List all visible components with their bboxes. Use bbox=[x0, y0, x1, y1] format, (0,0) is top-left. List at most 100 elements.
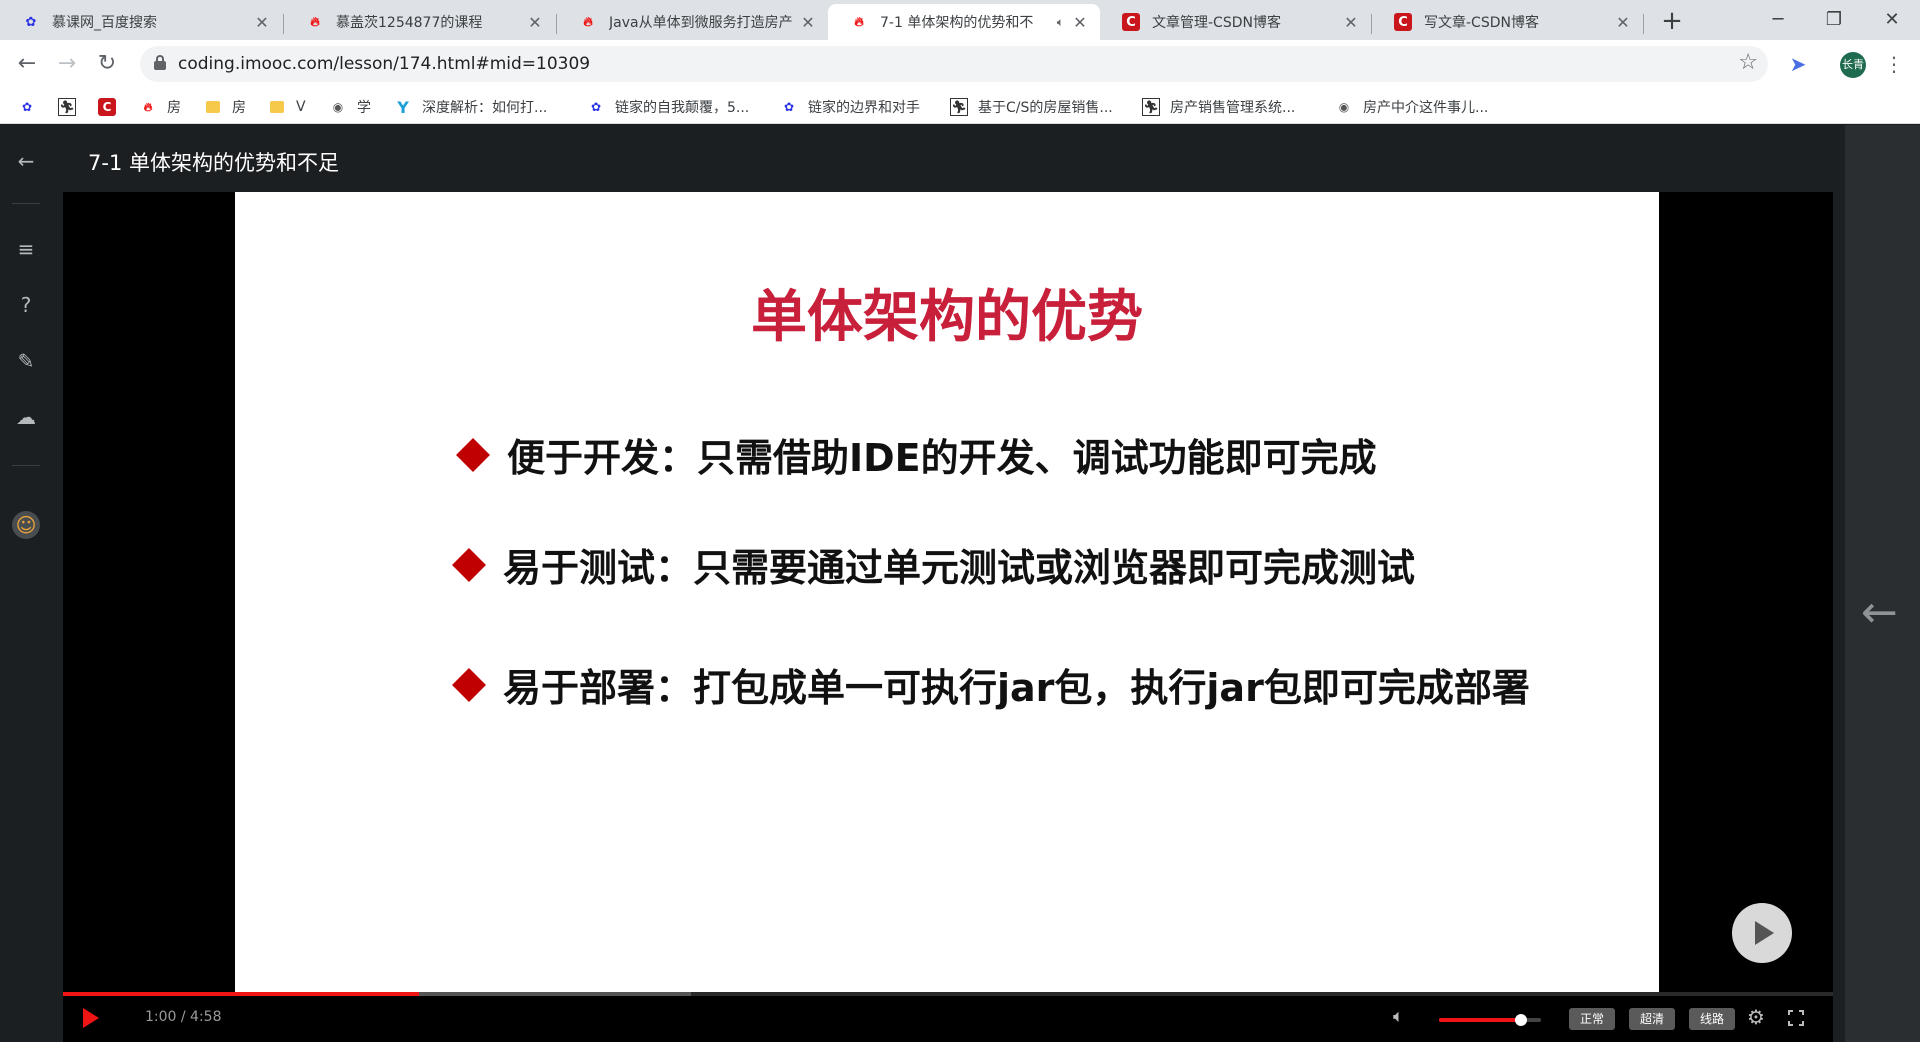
player-controls: 1:00 / 4:58 🔈︎ 正常 超清 线路 ⚙ bbox=[63, 996, 1833, 1042]
back-arrow-icon[interactable]: ← bbox=[12, 49, 42, 79]
bookmark-label: 房 bbox=[232, 100, 246, 116]
gear-icon[interactable]: ⚙ bbox=[1747, 1005, 1765, 1029]
video-player[interactable]: 单体架构的优势 便于开发：只需借助IDE的开发、调试功能即可完成 易于测试：只需… bbox=[63, 192, 1833, 1042]
back-arrow-icon[interactable]: ← bbox=[12, 147, 40, 175]
tab-strip: ✿ 慕课网_百度搜索 ✕ 🔥︎ 慕盖茨1254877的课程 ✕ 🔥︎ Java从… bbox=[0, 0, 1920, 40]
tab-4[interactable]: C 文章管理-CSDN博客 ✕ bbox=[1100, 4, 1371, 40]
pencil-notes-icon[interactable]: ✎ bbox=[12, 347, 40, 375]
right-panel-toggle[interactable]: ← bbox=[1845, 125, 1920, 1042]
bookmark-item[interactable]: ✿ 链家的边界和对手 bbox=[780, 96, 920, 118]
close-icon[interactable]: ✕ bbox=[252, 13, 272, 32]
divider bbox=[12, 203, 40, 204]
tab-2[interactable]: 🔥︎ Java从单体到微服务打造房产 ✕ bbox=[557, 4, 828, 40]
bookmark-item[interactable]: 🏃︎ 房产销售管理系统... bbox=[1142, 96, 1295, 118]
bookmark-item[interactable]: 房 bbox=[204, 96, 246, 118]
fullscreen-icon[interactable] bbox=[1788, 1010, 1804, 1026]
more-menu-icon[interactable]: ⋮ bbox=[1884, 50, 1904, 78]
bookmark-item[interactable]: ✿ 链家的自我颠覆，5... bbox=[587, 96, 749, 118]
imooc-flame-icon: 🔥︎ bbox=[854, 14, 864, 30]
bookmark-label: 链家的自我颠覆，5... bbox=[615, 100, 750, 116]
minimize-icon[interactable]: ─ bbox=[1750, 0, 1806, 40]
lesson-title: 7-1 单体架构的优势和不足 bbox=[88, 151, 339, 175]
bookmark-star-icon[interactable]: ☆ bbox=[1738, 50, 1758, 75]
address-bar[interactable]: coding.imooc.com/lesson/174.html#mid=103… bbox=[140, 46, 1768, 82]
folder-icon bbox=[268, 98, 286, 116]
quality-hd-button[interactable]: 超清 bbox=[1629, 1008, 1675, 1030]
tab-5[interactable]: C 写文章-CSDN博客 ✕ bbox=[1372, 4, 1643, 40]
close-icon[interactable]: ✕ bbox=[1070, 13, 1090, 32]
bookmark-item[interactable]: V bbox=[268, 96, 306, 118]
quality-normal-button[interactable]: 正常 bbox=[1569, 1008, 1615, 1030]
bullet-text: 易于部署：打包成单一可执行jar包，执行jar包即可完成部署 bbox=[503, 666, 1530, 710]
slide-bullet: 易于测试：只需要通过单元测试或浏览器即可完成测试 bbox=[452, 537, 1416, 592]
bookmark-label: 链家的边界和对手 bbox=[808, 100, 920, 116]
bullet-text: 易于测试：只需要通过单元测试或浏览器即可完成测试 bbox=[503, 546, 1416, 590]
tab-separator bbox=[1643, 14, 1644, 34]
bookmark-item[interactable]: 🏃︎ bbox=[58, 96, 86, 118]
profile-avatar[interactable]: 长青 bbox=[1840, 52, 1866, 78]
big-play-button[interactable] bbox=[1732, 903, 1792, 963]
divider bbox=[12, 465, 40, 466]
bookmark-item[interactable]: ◉ 房产中介这件事儿... bbox=[1335, 96, 1489, 118]
play-icon[interactable] bbox=[83, 1008, 99, 1028]
tab-3-active[interactable]: 🔥︎ 7-1 单体架构的优势和不 🔈︎ ✕ bbox=[828, 4, 1100, 40]
slide-bullet: 便于开发：只需借助IDE的开发、调试功能即可完成 bbox=[456, 427, 1377, 482]
slide-bullet: 易于部署：打包成单一可执行jar包，执行jar包即可完成部署 bbox=[452, 657, 1530, 712]
volume-level bbox=[1439, 1018, 1521, 1022]
runner-icon: 🏃︎ bbox=[58, 98, 76, 116]
time-display: 1:00 / 4:58 bbox=[145, 1009, 222, 1025]
folder-icon bbox=[204, 98, 222, 116]
diamond-bullet-icon bbox=[452, 667, 486, 702]
bookmarks-bar: ✿ 🏃︎ C 🔥︎ 房 房 V ◉ 学 Y 深度解析：如何打... ✿ 链家的自… bbox=[0, 88, 1920, 124]
bookmark-item[interactable]: C bbox=[98, 96, 126, 118]
close-icon[interactable]: ✕ bbox=[525, 13, 545, 32]
speaker-icon[interactable]: 🔈︎ bbox=[1057, 15, 1064, 30]
slide-title: 单体架构的优势 bbox=[751, 285, 1143, 350]
bookmark-label: 深度解析：如何打... bbox=[422, 100, 548, 116]
volume-knob[interactable] bbox=[1514, 1014, 1527, 1026]
volume-slider[interactable] bbox=[1439, 1014, 1541, 1026]
reload-icon[interactable]: ↻ bbox=[92, 49, 122, 79]
bookmark-item[interactable]: ◉ 学 bbox=[329, 96, 371, 118]
volume-icon[interactable]: 🔈︎ bbox=[1393, 1006, 1404, 1027]
bookmark-item[interactable]: Y 深度解析：如何打... bbox=[394, 96, 547, 118]
close-icon[interactable]: ✕ bbox=[798, 13, 818, 32]
chapter-list-icon[interactable]: ≡ bbox=[12, 235, 40, 263]
tab-title: 慕课网_百度搜索 bbox=[52, 15, 157, 31]
user-avatar-icon[interactable]: ☺ bbox=[12, 511, 40, 539]
extension-bird-icon[interactable]: ➤ bbox=[1786, 52, 1810, 76]
route-button[interactable]: 线路 bbox=[1689, 1008, 1735, 1030]
bookmark-label: 房 bbox=[167, 100, 181, 116]
tab-0[interactable]: ✿ 慕课网_百度搜索 ✕ bbox=[0, 4, 282, 40]
imooc-flame-icon: 🔥︎ bbox=[583, 14, 593, 30]
cloud-icon[interactable]: ☁ bbox=[12, 403, 40, 431]
bookmark-label: 学 bbox=[357, 100, 371, 116]
new-tab-plus-icon[interactable]: + bbox=[1656, 6, 1688, 38]
runner-icon: 🏃︎ bbox=[1142, 98, 1160, 116]
tab-title: 慕盖茨1254877的课程 bbox=[336, 15, 483, 31]
close-icon[interactable]: ✕ bbox=[1613, 13, 1633, 32]
csdn-c-icon: C bbox=[1394, 13, 1412, 31]
video-frame-slide: 单体架构的优势 便于开发：只需借助IDE的开发、调试功能即可完成 易于测试：只需… bbox=[235, 192, 1659, 992]
baidu-paw-icon: ✿ bbox=[21, 100, 33, 114]
left-sidebar: ← ≡ ? ✎ ☁ ☺ bbox=[0, 125, 52, 1042]
tab-1[interactable]: 🔥︎ 慕盖茨1254877的课程 ✕ bbox=[284, 4, 555, 40]
baidu-paw-icon: ✿ bbox=[783, 100, 795, 114]
close-icon[interactable]: ✕ bbox=[1341, 13, 1361, 32]
url-text[interactable]: coding.imooc.com/lesson/174.html#mid=103… bbox=[178, 54, 590, 74]
window-close-icon[interactable]: ✕ bbox=[1864, 0, 1920, 40]
tab-title: 7-1 单体架构的优势和不 bbox=[880, 15, 1034, 31]
lock-icon[interactable] bbox=[154, 55, 166, 71]
browser-toolbar: ← → ↻ coding.imooc.com/lesson/174.html#m… bbox=[0, 40, 1920, 88]
bookmark-label: 房产中介这件事儿... bbox=[1363, 100, 1489, 116]
forward-arrow-icon[interactable]: → bbox=[52, 49, 82, 79]
imooc-flame-icon: 🔥︎ bbox=[143, 99, 153, 114]
bookmark-item[interactable]: 🏃︎ 基于C/S的房屋销售... bbox=[950, 96, 1113, 118]
question-icon[interactable]: ? bbox=[12, 291, 40, 319]
arrow-left-icon[interactable]: ← bbox=[1861, 587, 1898, 638]
bookmark-label: 房产销售管理系统... bbox=[1170, 100, 1296, 116]
restore-icon[interactable]: ❐ bbox=[1806, 0, 1862, 40]
tab-title: Java从单体到微服务打造房产 bbox=[609, 15, 792, 31]
bookmark-item[interactable]: ✿ bbox=[18, 96, 46, 118]
bookmark-item[interactable]: 🔥︎ 房 bbox=[139, 96, 181, 118]
